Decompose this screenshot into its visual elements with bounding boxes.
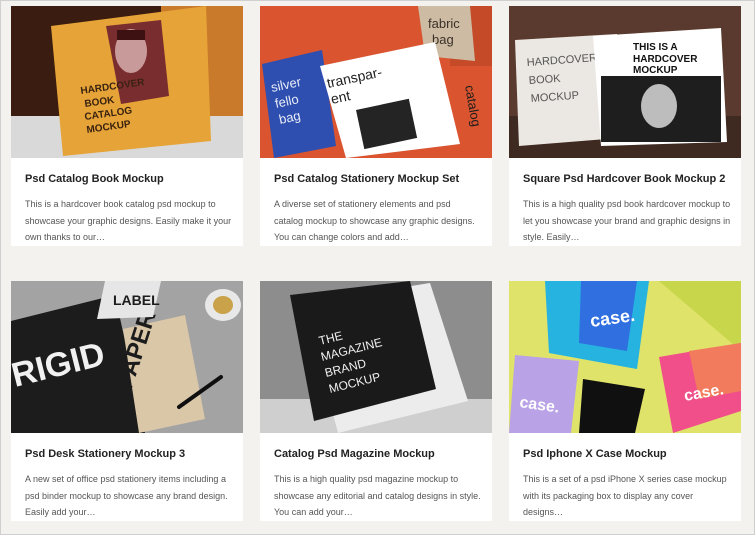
card-thumbnail[interactable]: case. case. case.: [509, 281, 741, 433]
card-title[interactable]: Psd Iphone X Case Mockup: [523, 448, 733, 460]
image-text: fabric: [428, 16, 460, 31]
mockup-card[interactable]: HARDCOVER BOOK MOCKUP THIS IS A HARDCOVE…: [509, 6, 741, 246]
card-title[interactable]: Psd Catalog Book Mockup: [25, 173, 235, 185]
mockup-card[interactable]: HARDCOVER BOOK CATALOG MOCKUP Psd Catalo…: [11, 6, 243, 246]
card-thumbnail[interactable]: HARDCOVER BOOK CATALOG MOCKUP: [11, 6, 243, 158]
image-text: THIS IS A: [633, 42, 678, 53]
card-thumbnail[interactable]: fabric bag silver fello bag transpar- en…: [260, 6, 492, 158]
mockup-card[interactable]: fabric bag silver fello bag transpar- en…: [260, 6, 492, 246]
card-thumbnail[interactable]: THE MAGAZINE BRAND MOCKUP: [260, 281, 492, 433]
card-thumbnail[interactable]: RIGID PAPER LABEL: [11, 281, 243, 433]
card-title[interactable]: Square Psd Hardcover Book Mockup 2: [523, 173, 733, 185]
card-description: This is a set of a psd iPhone X series c…: [523, 474, 727, 517]
card-description: This is a high quality psd book hardcove…: [523, 199, 731, 242]
card-title[interactable]: Psd Catalog Stationery Mockup Set: [274, 173, 484, 185]
image-text: HARDCOVER: [633, 54, 698, 65]
image-text: LABEL: [113, 292, 160, 308]
card-title[interactable]: Catalog Psd Magazine Mockup: [274, 448, 484, 460]
card-title[interactable]: Psd Desk Stationery Mockup 3: [25, 448, 235, 460]
mockup-card[interactable]: case. case. case. Psd Iphone X Case Mock…: [509, 281, 741, 521]
card-description: A diverse set of stationery elements and…: [274, 199, 475, 242]
mockup-card[interactable]: THE MAGAZINE BRAND MOCKUP Catalog Psd Ma…: [260, 281, 492, 521]
mockup-grid: HARDCOVER BOOK CATALOG MOCKUP Psd Catalo…: [0, 0, 755, 535]
card-description: This is a high quality psd magazine mock…: [274, 474, 481, 517]
image-text: BOOK: [528, 73, 561, 87]
card-description: This is a hardcover book catalog psd moc…: [25, 199, 232, 242]
card-description: A new set of office psd stationery items…: [25, 474, 228, 517]
mockup-card[interactable]: RIGID PAPER LABEL Psd Desk Stationery Mo…: [11, 281, 243, 521]
image-text: MOCKUP: [633, 65, 678, 76]
card-thumbnail[interactable]: HARDCOVER BOOK MOCKUP THIS IS A HARDCOVE…: [509, 6, 741, 158]
